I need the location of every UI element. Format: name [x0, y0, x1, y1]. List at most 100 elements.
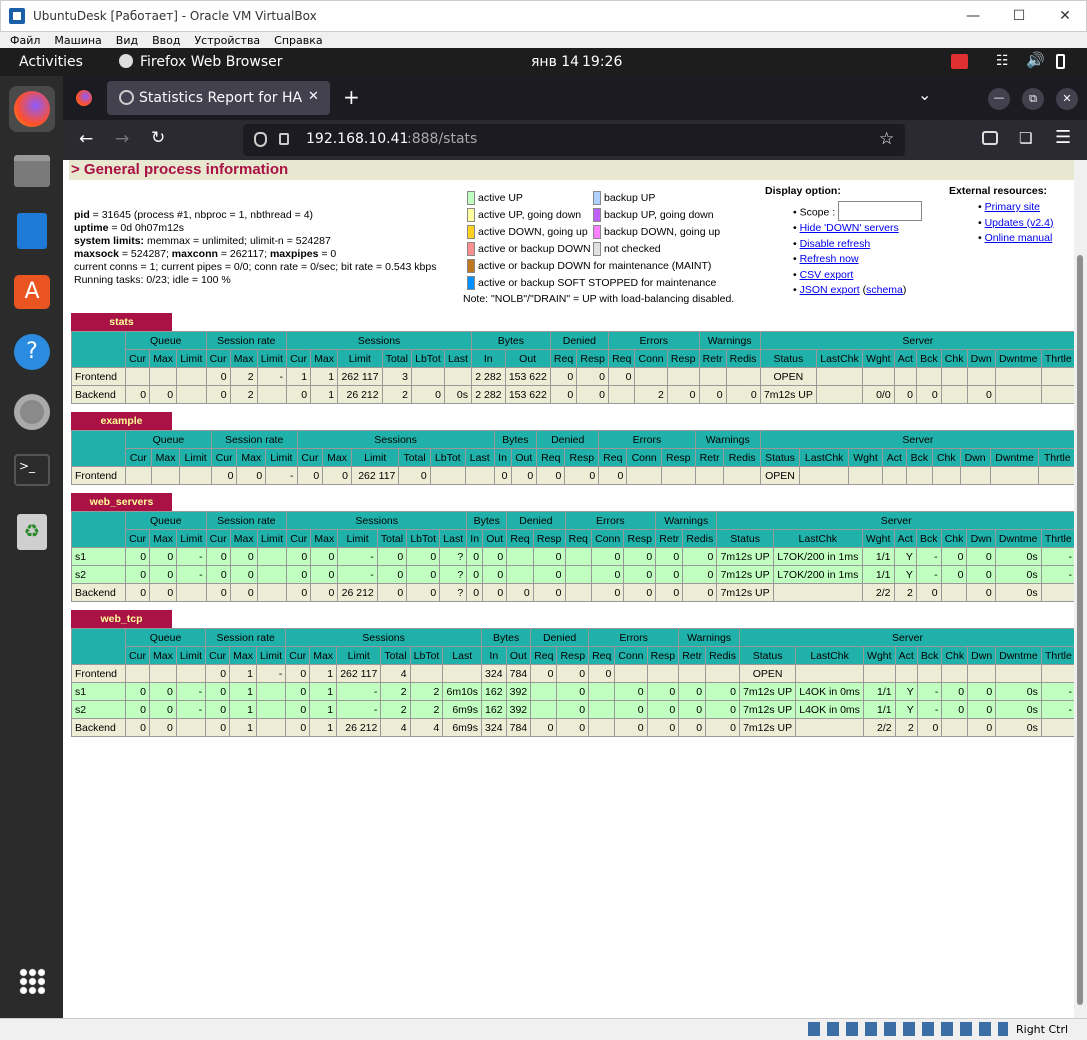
table-cell: 0 [967, 700, 997, 719]
menu-view[interactable]: Вид [116, 34, 138, 47]
json-export-link[interactable]: JSON export [800, 284, 860, 296]
menu-help[interactable]: Справка [274, 34, 322, 47]
row-name[interactable]: s1 [71, 682, 126, 701]
network-icon[interactable]: ☷ [996, 53, 1009, 69]
bookmark-star-icon[interactable]: ☆ [879, 129, 894, 149]
volume-icon[interactable]: 🔊 [1026, 51, 1045, 69]
table-cell: 2 [229, 385, 258, 404]
clock-time[interactable]: 19:26 [582, 54, 622, 70]
back-icon[interactable]: ← [79, 129, 93, 149]
column-header: Conn [626, 448, 662, 467]
extensions-icon[interactable]: ❏ [1019, 129, 1032, 147]
table-cell: L4OK in 0ms [795, 700, 865, 719]
help-icon[interactable]: ? [9, 329, 55, 375]
updates-link[interactable]: Updates (v2.4) [985, 217, 1054, 229]
table-cell [564, 565, 593, 584]
menu-devices[interactable]: Устройства [194, 34, 260, 47]
maximize-button[interactable]: ☐ [996, 1, 1042, 31]
close-button[interactable]: ✕ [1042, 1, 1087, 31]
group-header: Denied [536, 430, 600, 449]
csv-export-link[interactable]: CSV export [800, 269, 854, 281]
row-name[interactable]: Backend [71, 718, 126, 737]
activities-button[interactable]: Activities [19, 54, 83, 70]
row-name[interactable]: Frontend [71, 367, 126, 386]
restore-icon[interactable]: ⧉ [1022, 88, 1044, 110]
column-header: Conn [614, 646, 648, 665]
table-row: Frontend 0 0-0 0 262 117 0 0 0 0 0 0 OPEN [71, 466, 1074, 485]
close-window-icon[interactable]: ✕ [1056, 88, 1078, 110]
column-header: Status [759, 448, 801, 467]
table-cell: 0 [376, 583, 408, 602]
refresh-now-link[interactable]: Refresh now [800, 253, 859, 265]
table-cell: 7m12s UP [738, 718, 797, 737]
files-icon[interactable] [9, 148, 55, 194]
row-name[interactable]: s2 [71, 565, 126, 584]
new-tab-icon[interactable]: + [343, 85, 360, 109]
proxy-name-example[interactable]: example [71, 412, 172, 430]
reload-icon[interactable]: ↻ [151, 128, 165, 148]
shield-icon[interactable] [254, 132, 267, 147]
row-name[interactable]: Backend [71, 385, 126, 404]
menu-machine[interactable]: Машина [54, 34, 101, 47]
pocket-icon[interactable] [982, 131, 998, 145]
table-cell [940, 583, 968, 602]
external-resources: External resources: • Primary site • Upd… [949, 185, 1054, 244]
page-content: > General process information pid = 3164… [63, 160, 1074, 1018]
device-icons[interactable] [808, 1022, 1008, 1036]
table-cell: 2 [380, 682, 411, 701]
row-name[interactable]: Frontend [71, 664, 126, 683]
trash-icon[interactable]: ♻ [9, 509, 55, 555]
url-bar[interactable]: 192.168.10.41 :888/stats ☆ [243, 124, 905, 156]
column-header: Conn [590, 529, 625, 548]
proxy-name-web_servers[interactable]: web_servers [71, 493, 172, 511]
tab-stats[interactable]: Statistics Report for HAP ✕ [107, 81, 330, 115]
proxy-name-web_tcp[interactable]: web_tcp [71, 610, 172, 628]
table-cell: 0 [148, 718, 177, 737]
menu-file[interactable]: Файл [10, 34, 40, 47]
row-name[interactable]: s1 [71, 547, 126, 566]
proxy-name-stats[interactable]: stats [71, 313, 172, 331]
lock-icon[interactable] [279, 133, 289, 145]
forward-icon[interactable]: → [115, 129, 129, 149]
column-header: LastChk [795, 646, 865, 665]
app-menu[interactable]: Firefox Web Browser [140, 54, 283, 70]
row-name[interactable]: s2 [71, 700, 126, 719]
firefox-view-icon[interactable] [76, 90, 92, 106]
table-cell: 0 [286, 583, 312, 602]
schema-link[interactable]: schema [866, 284, 903, 296]
list-tabs-icon[interactable]: ⌄ [918, 85, 931, 104]
legend-item-left-5: active or backup SOFT STOPPED for mainte… [467, 275, 716, 292]
primary-site-link[interactable]: Primary site [985, 201, 1040, 213]
app-center-icon[interactable]: A [9, 269, 55, 315]
table-cell [175, 718, 207, 737]
settings-icon[interactable] [9, 389, 55, 435]
hide-down-link[interactable]: Hide 'DOWN' servers [800, 222, 899, 234]
table-cell: 0 [149, 385, 178, 404]
minimize-icon[interactable]: — [988, 88, 1010, 110]
scrollbar[interactable] [1074, 160, 1087, 1018]
table-cell: 6m10s [442, 682, 482, 701]
scope-input[interactable] [838, 201, 923, 221]
writer-icon[interactable] [9, 208, 55, 254]
table-cell: 0 [682, 547, 718, 566]
table-cell [588, 682, 616, 701]
column-header: Wght [848, 448, 883, 467]
table-cell: 0 [205, 700, 231, 719]
scrollbar-thumb[interactable] [1077, 255, 1083, 1005]
row-name[interactable]: Backend [71, 583, 126, 602]
table-cell: 0 [466, 565, 484, 584]
online-manual-link[interactable]: Online manual [985, 232, 1053, 244]
minimize-button[interactable]: — [950, 1, 996, 31]
firefox-icon[interactable] [9, 86, 55, 132]
menu-input[interactable]: Ввод [152, 34, 180, 47]
table-cell: - [175, 682, 207, 701]
terminal-icon[interactable]: >_ [9, 447, 55, 493]
show-apps-icon[interactable] [9, 958, 55, 1004]
disable-refresh-link[interactable]: Disable refresh [800, 238, 871, 250]
battery-icon[interactable] [1056, 54, 1065, 69]
notification-icon[interactable] [951, 54, 968, 69]
tab-close-icon[interactable]: ✕ [308, 89, 319, 104]
row-name[interactable]: Frontend [71, 466, 126, 485]
menu-icon[interactable]: ☰ [1055, 127, 1071, 148]
clock-date[interactable]: янв 14 [531, 54, 579, 70]
